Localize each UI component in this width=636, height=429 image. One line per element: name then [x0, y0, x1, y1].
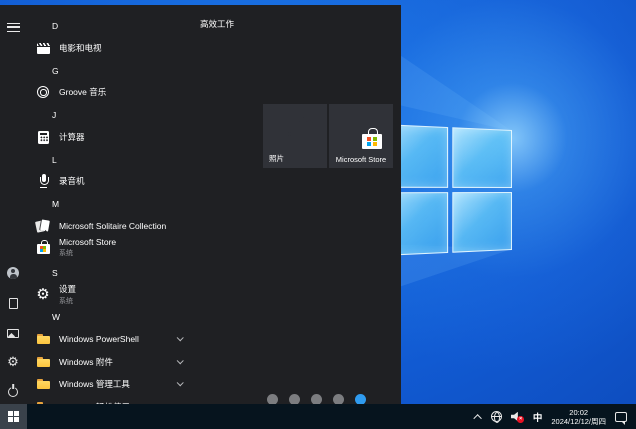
- hamburger-icon: [7, 23, 20, 32]
- section-header-l[interactable]: L: [43, 150, 269, 170]
- power-button[interactable]: [4, 384, 22, 400]
- document-icon: [9, 298, 18, 309]
- app-label: 电影和电视: [59, 42, 102, 54]
- tile-label: 照片: [269, 153, 284, 164]
- section-header-s[interactable]: S: [43, 263, 269, 283]
- groove-music-icon: [37, 86, 49, 98]
- tile-microsoft-store[interactable]: Microsoft Store: [329, 104, 393, 168]
- taskbar-clock[interactable]: 20:02 2024/12/12/周四: [551, 408, 606, 426]
- chevron-up-icon: [473, 414, 481, 422]
- windows-logo-icon: [8, 411, 19, 422]
- section-header-m[interactable]: M: [43, 194, 269, 214]
- pictures-button[interactable]: [4, 325, 22, 341]
- start-menu-panel: ⚙ D 电影和电视 G Groove 音乐 J 计算器 L 录音机 M Micr…: [0, 5, 401, 404]
- app-sublabel: 系统: [59, 248, 116, 258]
- pager-dot[interactable]: [333, 394, 344, 404]
- gear-icon: ⚙: [36, 287, 49, 302]
- pager-dot[interactable]: [311, 394, 322, 404]
- user-account-button[interactable]: [4, 265, 22, 281]
- desktop-screen: ⚙ D 电影和电视 G Groove 音乐 J 计算器 L 录音机 M Micr…: [0, 0, 636, 429]
- clock-date: 2024/12/12/周四: [551, 417, 606, 426]
- clock-time: 20:02: [551, 408, 606, 417]
- start-menu-rail: ⚙: [0, 5, 28, 404]
- chevron-down-icon: [177, 334, 184, 341]
- folder-item-accessories[interactable]: Windows 附件: [30, 352, 256, 372]
- tiles-group-header[interactable]: 高效工作: [200, 18, 234, 30]
- chevron-down-icon: [177, 379, 184, 386]
- folder-item-powershell[interactable]: Windows PowerShell: [30, 329, 256, 349]
- app-item-calculator[interactable]: 计算器: [30, 127, 256, 147]
- folder-item-ease-of-access[interactable]: Windows 轻松使用: [30, 397, 256, 404]
- action-center-button[interactable]: [615, 412, 627, 422]
- app-label: 设置: [59, 283, 76, 295]
- volume-button[interactable]: [511, 411, 524, 423]
- pictures-icon: [7, 329, 19, 338]
- gear-icon: ⚙: [7, 356, 19, 369]
- section-header-d[interactable]: D: [43, 16, 269, 36]
- microsoft-store-icon: [37, 240, 50, 254]
- section-header-g[interactable]: G: [43, 61, 269, 81]
- folder-label: Windows 管理工具: [59, 378, 130, 390]
- page-indicator: [267, 394, 366, 404]
- pager-dot[interactable]: [267, 394, 278, 404]
- user-avatar-icon: [7, 267, 19, 279]
- folder-label: Windows 附件: [59, 356, 113, 368]
- documents-button[interactable]: [4, 295, 22, 311]
- app-label: Microsoft Store: [59, 237, 116, 247]
- settings-button[interactable]: ⚙: [4, 354, 22, 370]
- app-label: Groove 音乐: [59, 86, 106, 98]
- app-item-voice-recorder[interactable]: 录音机: [30, 171, 256, 191]
- solitaire-cards-icon: [36, 220, 50, 233]
- power-icon: [8, 387, 18, 397]
- volume-muted-icon: [511, 411, 524, 423]
- ime-indicator[interactable]: 中: [533, 410, 543, 424]
- app-item-solitaire[interactable]: Microsoft Solitaire Collection: [30, 216, 256, 236]
- app-label: Microsoft Solitaire Collection: [59, 221, 166, 231]
- pager-dot-active[interactable]: [355, 394, 366, 404]
- network-globe-icon: [491, 411, 502, 422]
- app-item-movies-tv[interactable]: 电影和电视: [30, 38, 256, 58]
- expand-menu-button[interactable]: [4, 19, 22, 35]
- taskbar: 中 20:02 2024/12/12/周四: [0, 404, 636, 429]
- windows-hero-logo: [382, 124, 512, 256]
- hidden-icons-button[interactable]: [476, 414, 482, 420]
- tile-photos[interactable]: 照片: [263, 104, 327, 168]
- network-button[interactable]: [491, 411, 502, 422]
- speech-bubble-icon: [615, 412, 627, 422]
- app-label: 计算器: [59, 131, 85, 143]
- voice-recorder-icon: [37, 174, 49, 188]
- system-tray: 中 20:02 2024/12/12/周四: [476, 404, 636, 429]
- section-header-w[interactable]: W: [43, 307, 269, 327]
- pager-dot[interactable]: [289, 394, 300, 404]
- app-sublabel: 系统: [59, 296, 76, 306]
- app-item-groove[interactable]: Groove 音乐: [30, 82, 256, 102]
- app-item-settings[interactable]: ⚙ 设置系统: [30, 283, 256, 305]
- app-list: D 电影和电视 G Groove 音乐 J 计算器 L 录音机 M Micros…: [28, 5, 258, 404]
- tile-label: Microsoft Store: [329, 155, 393, 164]
- app-item-microsoft-store[interactable]: Microsoft Store系统: [30, 236, 256, 258]
- section-header-j[interactable]: J: [43, 105, 269, 125]
- calculator-icon: [38, 131, 49, 144]
- start-button[interactable]: [0, 404, 27, 429]
- folder-label: Windows PowerShell: [59, 334, 139, 344]
- folder-icon: [37, 357, 50, 368]
- movies-tv-icon: [37, 43, 50, 54]
- folder-icon: [37, 334, 50, 345]
- app-label: 录音机: [59, 175, 85, 187]
- folder-icon: [37, 379, 50, 390]
- folder-item-admin-tools[interactable]: Windows 管理工具: [30, 374, 256, 394]
- chevron-down-icon: [177, 357, 184, 364]
